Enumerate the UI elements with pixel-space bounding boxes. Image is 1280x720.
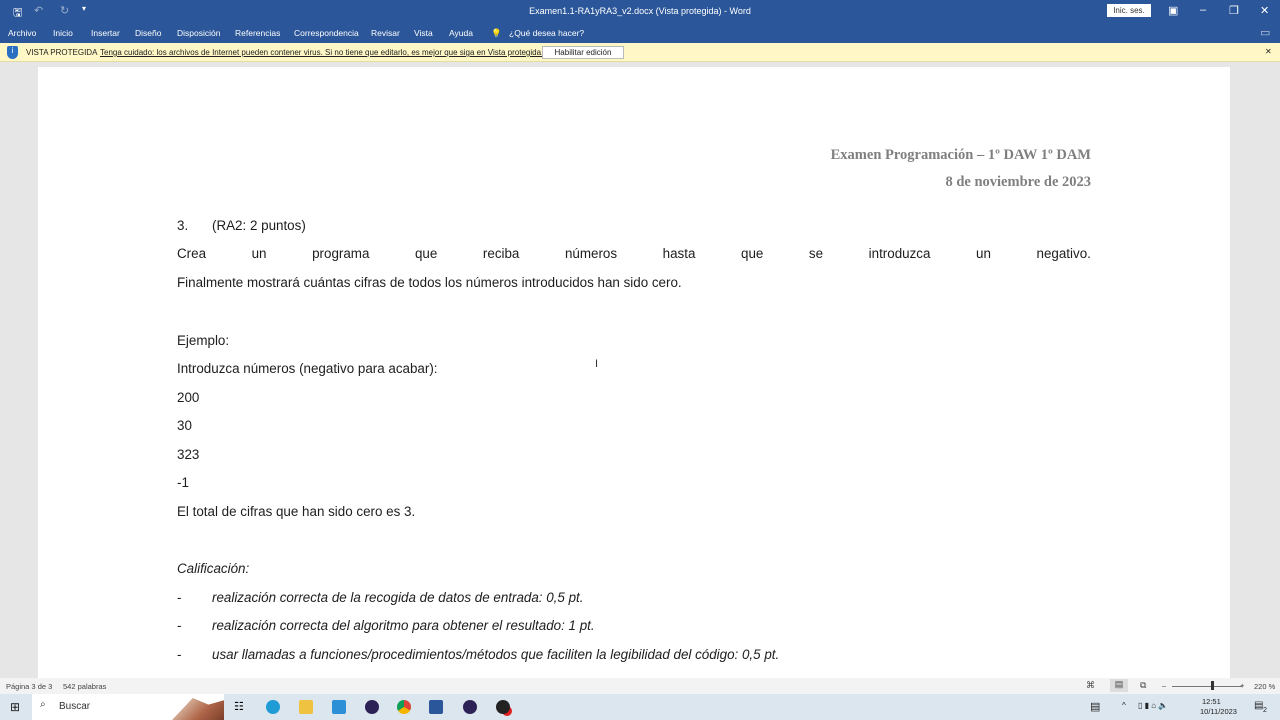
news-widget-icon[interactable]: ▤ bbox=[1090, 700, 1100, 713]
word: hasta bbox=[662, 246, 696, 261]
tab-revisar[interactable]: Revisar bbox=[371, 28, 400, 38]
grading-label: Calificación: bbox=[177, 561, 250, 576]
example-line: Introduzca números (negativo para acabar… bbox=[177, 361, 438, 376]
doc-header-title: Examen Programación – 1º DAW 1º DAM bbox=[830, 147, 1091, 163]
close-button[interactable]: ✕ bbox=[1260, 4, 1269, 17]
tell-me-search[interactable]: ¿Qué desea hacer? bbox=[509, 28, 584, 38]
file-explorer-icon[interactable] bbox=[299, 700, 313, 714]
question-text-line1: Crea un programa que reciba números hast… bbox=[177, 246, 1091, 261]
restore-button[interactable]: ❐ bbox=[1229, 4, 1239, 17]
word: reciba bbox=[482, 246, 520, 261]
word-icon[interactable] bbox=[429, 700, 443, 714]
sign-in-button[interactable]: Inic. ses. bbox=[1107, 4, 1151, 17]
ribbon-tabs: Archivo Inicio Insertar Diseño Disposici… bbox=[0, 22, 1280, 43]
example-line: 30 bbox=[177, 418, 192, 433]
bullet: - bbox=[177, 618, 182, 633]
example-line: 323 bbox=[177, 447, 200, 462]
enable-editing-button[interactable]: Habilitar edición bbox=[542, 46, 624, 59]
taskbar-search[interactable]: ⌕ Buscar bbox=[32, 694, 224, 720]
edge-icon[interactable] bbox=[266, 700, 280, 714]
word: negativo. bbox=[1036, 246, 1091, 261]
ribbon-display-icon[interactable]: ▣ bbox=[1168, 4, 1178, 17]
example-line: 200 bbox=[177, 390, 200, 405]
page-count[interactable]: Página 3 de 3 bbox=[6, 682, 52, 691]
zoom-slider-thumb[interactable] bbox=[1211, 681, 1214, 690]
zoom-out-button[interactable]: – bbox=[1162, 681, 1166, 690]
tray-overflow-icon[interactable]: ^ bbox=[1122, 701, 1126, 710]
word: un bbox=[251, 246, 267, 261]
tab-disposicion[interactable]: Disposición bbox=[177, 28, 220, 38]
search-icon: ⌕ bbox=[40, 699, 46, 710]
search-placeholder: Buscar bbox=[59, 701, 91, 712]
taskbar: ⊞ ⌕ Buscar ☷ ▤ ^ ▯ ▮ ⌂ 🔈 12:51 10/11/202… bbox=[0, 694, 1280, 720]
close-bar-icon[interactable]: ✕ bbox=[1265, 47, 1272, 56]
window-title: Examen1.1-RA1yRA3_v2.docx (Vista protegi… bbox=[529, 6, 751, 16]
mail-icon[interactable] bbox=[332, 700, 346, 714]
notification-count: 2 bbox=[1263, 707, 1267, 714]
zoom-in-button[interactable]: + bbox=[1240, 681, 1244, 690]
zoom-slider[interactable] bbox=[1172, 686, 1242, 687]
tab-vista[interactable]: Vista bbox=[414, 28, 433, 38]
word: introduzca bbox=[868, 246, 931, 261]
word-count[interactable]: 542 palabras bbox=[63, 682, 106, 691]
app-icon[interactable] bbox=[496, 700, 510, 714]
word: que bbox=[414, 246, 438, 261]
question-number: 3. bbox=[177, 218, 189, 233]
question-points: (RA2: 2 puntos) bbox=[212, 218, 306, 233]
word: programa bbox=[312, 246, 370, 261]
tab-insertar[interactable]: Insertar bbox=[91, 28, 120, 38]
title-bar: 🖫 ↶ ↻ ▾ Examen1.1-RA1yRA3_v2.docx (Vista… bbox=[0, 0, 1280, 22]
grading-item: realización correcta del algoritmo para … bbox=[212, 618, 595, 633]
example-label: Ejemplo: bbox=[177, 333, 230, 348]
web-layout-icon[interactable]: ⧉ bbox=[1140, 680, 1146, 691]
doc-header-date: 8 de noviembre de 2023 bbox=[945, 174, 1091, 190]
status-bar: Página 3 de 3 542 palabras ⌘ ▤ ⧉ – + 220… bbox=[0, 678, 1280, 694]
word: números bbox=[564, 246, 618, 261]
focus-mode-icon[interactable]: ⌘ bbox=[1086, 680, 1095, 691]
bullet: - bbox=[177, 647, 182, 662]
protected-view-bar: i VISTA PROTEGIDA Tenga cuidado: los arc… bbox=[0, 43, 1280, 62]
tab-referencias[interactable]: Referencias bbox=[235, 28, 280, 38]
grading-item: usar llamadas a funciones/procedimientos… bbox=[212, 647, 780, 662]
bullet: - bbox=[177, 590, 182, 605]
grading-item: realización correcta de la recogida de d… bbox=[212, 590, 584, 605]
tab-diseno[interactable]: Diseño bbox=[135, 28, 161, 38]
comments-icon[interactable]: ▭ bbox=[1260, 26, 1270, 39]
word: se bbox=[808, 246, 824, 261]
minimize-button[interactable]: – bbox=[1200, 4, 1206, 16]
tab-ayuda[interactable]: Ayuda bbox=[449, 28, 473, 38]
word: que bbox=[741, 246, 764, 261]
example-line: -1 bbox=[177, 475, 189, 490]
tray-icons[interactable]: ▯ ▮ ⌂ 🔈 bbox=[1138, 701, 1168, 710]
chrome-icon[interactable] bbox=[397, 700, 411, 714]
lightbulb-icon: 💡 bbox=[491, 28, 502, 38]
clock-time[interactable]: 12:51 bbox=[1202, 697, 1221, 706]
word: Crea bbox=[177, 246, 207, 261]
eclipse-icon-2[interactable] bbox=[463, 700, 477, 714]
clock-date[interactable]: 10/11/2023 bbox=[1200, 707, 1237, 716]
windows-start-icon[interactable]: ⊞ bbox=[10, 700, 20, 714]
shield-icon: i bbox=[7, 46, 18, 59]
task-view-icon[interactable]: ☷ bbox=[234, 700, 244, 713]
question-text-line2: Finalmente mostrará cuántas cifras de to… bbox=[177, 275, 682, 290]
tab-inicio[interactable]: Inicio bbox=[53, 28, 73, 38]
print-layout-icon[interactable]: ▤ bbox=[1110, 679, 1128, 692]
example-line: El total de cifras que han sido cero es … bbox=[177, 504, 416, 519]
search-highlight-image bbox=[172, 698, 224, 720]
protected-view-label: VISTA PROTEGIDA bbox=[26, 48, 98, 57]
protected-view-message[interactable]: Tenga cuidado: los archivos de Internet … bbox=[100, 48, 543, 57]
word: un bbox=[976, 246, 991, 261]
tab-correspondencia[interactable]: Correspondencia bbox=[294, 28, 359, 38]
tab-archivo[interactable]: Archivo bbox=[8, 28, 36, 38]
eclipse-icon[interactable] bbox=[365, 700, 379, 714]
zoom-level[interactable]: 220 % bbox=[1254, 682, 1275, 691]
text-cursor-icon: I bbox=[595, 358, 599, 370]
